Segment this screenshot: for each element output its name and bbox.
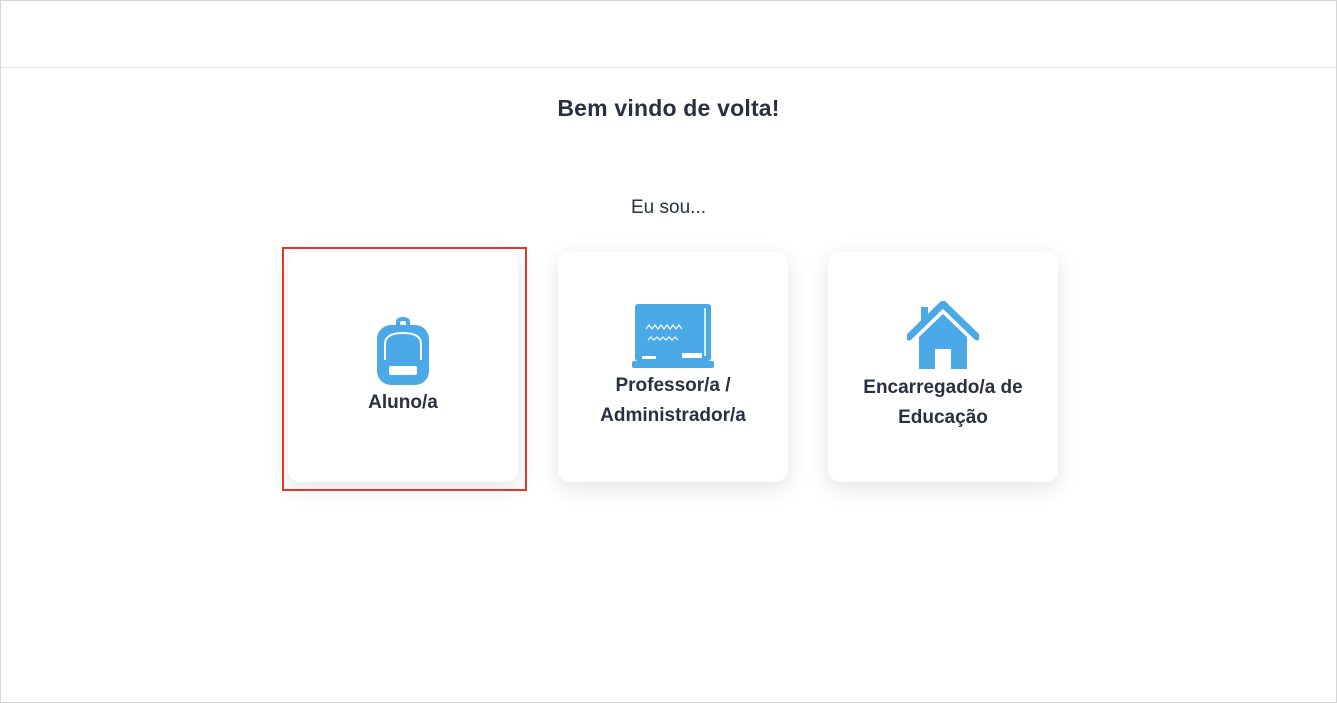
role-label-student: Aluno/a <box>368 392 438 413</box>
role-card-teacher[interactable]: Professor/a / Administrador/a <box>558 252 788 482</box>
role-label-guardian: Encarregado/a de Educação <box>863 373 1022 433</box>
role-label-teacher-line1: Professor/a / <box>615 375 731 396</box>
role-card-guardian[interactable]: Encarregado/a de Educação <box>828 252 1058 482</box>
top-bar <box>1 1 1336 68</box>
role-label-teacher-line2: Administrador/a <box>600 405 746 426</box>
role-label-guardian-line2: Educação <box>898 407 988 428</box>
house-icon <box>907 301 979 369</box>
welcome-title: Bem vindo de volta! <box>557 95 780 121</box>
role-label-teacher: Professor/a / Administrador/a <box>600 371 746 431</box>
role-label-guardian-line1: Encarregado/a de <box>863 377 1023 398</box>
role-prompt: Eu sou... <box>631 197 706 218</box>
page-frame: Bem vindo de volta! Eu sou... Aluno/a Pr… <box>0 0 1337 703</box>
chalkboard-icon <box>632 304 714 368</box>
role-card-student[interactable]: Aluno/a <box>288 252 518 482</box>
backpack-icon <box>377 317 429 385</box>
